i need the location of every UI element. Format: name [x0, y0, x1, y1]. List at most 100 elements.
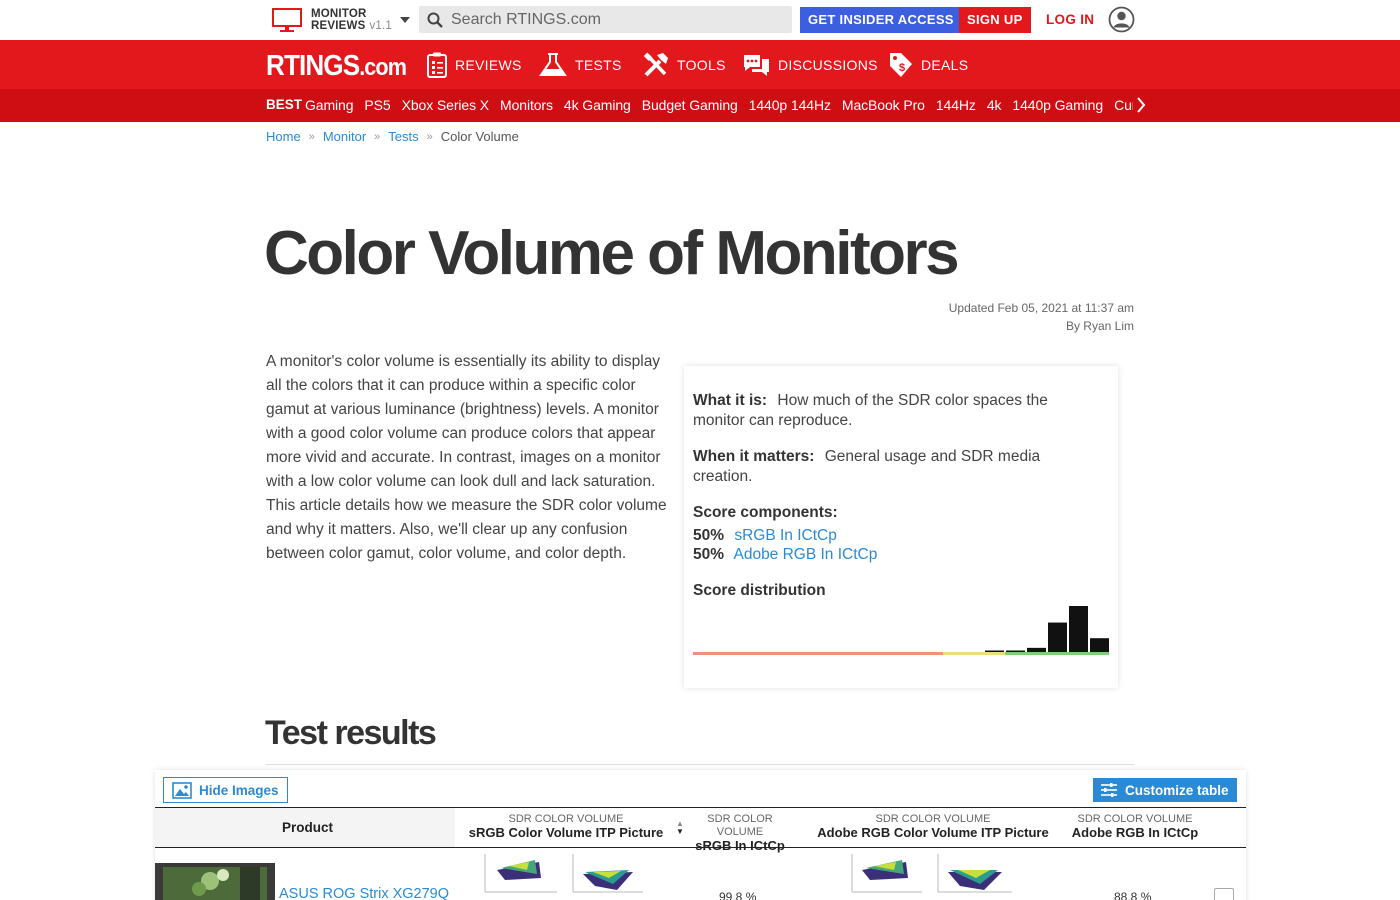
sort-indicator-icon[interactable]: ▲ ▼ — [676, 820, 684, 836]
column-header-adobe-picture[interactable]: SDR COLOR VOLUME Adobe RGB Color Volume … — [806, 813, 1060, 839]
best-link[interactable]: 4k — [987, 97, 1002, 113]
best-link[interactable]: PS5 — [364, 97, 390, 113]
distribution-bar — [1069, 606, 1088, 652]
distribution-baseline — [1005, 652, 1109, 655]
nav-discussions-label: DISCUSSIONS — [778, 57, 878, 73]
distribution-baseline — [943, 652, 1005, 655]
nav-discussions[interactable]: DISCUSSIONS — [743, 50, 878, 80]
updated-date: Updated Feb 05, 2021 at 11:37 am — [948, 301, 1134, 315]
product-switcher-label: MONITOR REVIEWS v1.1 — [311, 8, 392, 32]
score-component: 50% sRGB In ICtCp — [693, 526, 1093, 545]
site-logo[interactable]: RTINGS.com — [266, 49, 407, 85]
product-name-line2: REVIEWS — [311, 20, 366, 32]
chevron-down-icon — [399, 17, 410, 23]
component-weight: 50% — [693, 527, 725, 544]
score-components: Score components: 50% sRGB In ICtCp 50% … — [693, 503, 1093, 564]
nav-reviews[interactable]: REVIEWS — [427, 50, 522, 80]
tools-icon — [643, 52, 668, 77]
breadcrumb-separator-icon: » — [374, 130, 381, 143]
breadcrumb-monitor[interactable]: Monitor — [323, 129, 366, 144]
best-link[interactable]: 144Hz — [936, 97, 976, 113]
column-header-srgb-picture[interactable]: SDR COLOR VOLUME sRGB Color Volume ITP P… — [455, 813, 677, 839]
best-link[interactable]: Budget Gaming — [642, 97, 738, 113]
author: By Ryan Lim — [1065, 319, 1134, 333]
page-title: Color Volume of Monitors — [264, 219, 960, 288]
clipboard-icon — [427, 52, 447, 78]
component-link[interactable]: Adobe RGB In ICtCp — [733, 546, 877, 563]
breadcrumb-home[interactable]: Home — [266, 129, 301, 144]
distribution-bar — [985, 650, 1004, 652]
logo-text: RTINGS — [266, 50, 360, 82]
score-components-label: Score components: — [693, 504, 838, 521]
hide-images-label: Hide Images — [199, 782, 279, 798]
nav-tools-label: TOOLS — [677, 57, 726, 73]
best-list: Gaming PS5 Xbox Series X Monitors 4k Gaming B… — [305, 97, 1133, 117]
breadcrumb-current: Color Volume — [440, 129, 519, 144]
test-info-card: What it is: How much of the SDR color sp… — [684, 366, 1118, 688]
table-header-border — [155, 847, 1246, 848]
product-version: v1.1 — [369, 20, 392, 32]
best-link[interactable]: Gaming — [305, 97, 354, 113]
best-link[interactable]: 4k Gaming — [564, 97, 631, 113]
adobe-ictcp-value: 88.8 % — [1114, 890, 1152, 900]
sign-up-button[interactable]: SIGN UP — [959, 7, 1031, 33]
nav-tools[interactable]: TOOLS — [643, 50, 726, 80]
what-it-is-label: What it is: — [693, 392, 768, 409]
column-header-product[interactable]: Product — [155, 808, 455, 847]
product-link[interactable]: ASUS ROG Strix XG279Q — [279, 886, 449, 900]
best-label: BEST — [266, 97, 303, 112]
column-title: Adobe RGB Color Volume ITP Picture — [817, 825, 1049, 840]
divider — [266, 764, 1134, 765]
log-in-button[interactable]: LOG IN — [1046, 7, 1094, 33]
svg-text:$: $ — [899, 62, 905, 74]
score-distribution-label: Score distribution — [693, 581, 1093, 601]
nav-deals[interactable]: $ DEALS — [889, 50, 968, 80]
nav-tests[interactable]: TESTS — [539, 50, 622, 80]
distribution-bar — [1090, 638, 1109, 652]
column-header-adobe-ictcp[interactable]: SDR COLOR VOLUME Adobe RGB In ICtCp — [1066, 813, 1204, 839]
compare-checkbox[interactable] — [1214, 888, 1234, 900]
component-link[interactable]: sRGB In ICtCp — [734, 527, 837, 544]
best-link[interactable]: Monitors — [500, 97, 553, 113]
srgb-volume-thumbnail[interactable] — [483, 850, 643, 896]
distribution-baseline — [693, 652, 943, 655]
insider-access-button[interactable]: GET INSIDER ACCESS — [800, 7, 962, 33]
flask-icon — [539, 53, 567, 76]
when-it-matters: When it matters: General usage and SDR m… — [693, 447, 1093, 487]
what-it-is: What it is: How much of the SDR color sp… — [693, 391, 1093, 431]
product-thumbnail[interactable] — [155, 863, 275, 900]
column-group-label: SDR COLOR VOLUME — [707, 813, 773, 838]
breadcrumb-tests[interactable]: Tests — [388, 129, 418, 144]
price-tag-icon: $ — [890, 53, 912, 77]
column-title: Adobe RGB In ICtCp — [1071, 825, 1199, 840]
adobe-volume-thumbnail[interactable] — [850, 850, 1012, 896]
product-name-line1: MONITOR — [311, 8, 367, 20]
best-link[interactable]: 1440p 144Hz — [749, 97, 831, 113]
search-bar[interactable] — [419, 6, 792, 33]
component-weight: 50% — [693, 546, 725, 563]
image-icon — [172, 781, 192, 799]
customize-table-label: Customize table — [1125, 782, 1229, 798]
best-link[interactable]: Xbox Series X — [402, 97, 490, 113]
hide-images-button[interactable]: Hide Images — [163, 777, 288, 803]
nav-tests-label: TESTS — [575, 57, 622, 73]
monitor-icon — [272, 8, 302, 32]
column-title: sRGB Color Volume ITP Picture — [468, 825, 664, 840]
breadcrumb-separator-icon: » — [308, 130, 315, 143]
search-input[interactable] — [451, 10, 771, 29]
distribution-bar — [1048, 622, 1067, 652]
customize-table-button[interactable]: Customize table — [1093, 778, 1237, 802]
best-link[interactable]: MacBook Pro — [842, 97, 925, 113]
srgb-ictcp-value: 99.8 % — [719, 890, 757, 900]
logo-suffix: .com — [359, 54, 407, 81]
when-it-matters-label: When it matters: — [693, 448, 815, 465]
best-link[interactable]: Curved — [1114, 97, 1133, 113]
results-title: Test results — [265, 714, 437, 752]
search-icon — [427, 12, 443, 28]
sliders-icon — [1101, 783, 1117, 797]
product-switcher[interactable]: MONITOR REVIEWS v1.1 — [272, 7, 410, 33]
user-icon[interactable] — [1108, 6, 1135, 33]
best-link[interactable]: 1440p Gaming — [1012, 97, 1103, 113]
chevron-right-icon[interactable] — [1136, 97, 1146, 113]
chat-icon — [744, 55, 769, 76]
